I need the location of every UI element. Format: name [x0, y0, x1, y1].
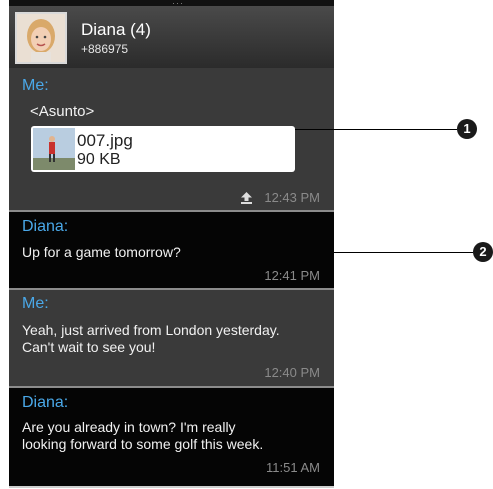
contact-photo	[17, 14, 65, 62]
message-sender: Diana:	[22, 394, 69, 411]
message-sender: Me:	[22, 295, 49, 312]
attachment-file-size: 90 KB	[77, 151, 121, 168]
avatar[interactable]	[15, 12, 67, 64]
attachment-thumbnail	[33, 128, 75, 170]
message-body-line: Can't wait to see you!	[22, 339, 156, 355]
message-item-sent[interactable]: Me: Yeah, just arrived from London yeste…	[9, 290, 334, 386]
message-time: 12:40 PM	[264, 365, 320, 380]
message-sender: Diana:	[22, 218, 69, 235]
contact-number: +886975	[81, 42, 129, 56]
contact-name: Diana (4)	[81, 20, 151, 39]
message-body-line: looking forward to some golf this week.	[22, 436, 264, 452]
message-item-received[interactable]: Diana: Are you already in town? I'm real…	[9, 388, 334, 486]
callout-line-1	[295, 129, 457, 130]
message-sender: Me:	[22, 77, 49, 94]
callout-marker-1: 1	[457, 119, 477, 139]
upload-icon	[241, 191, 252, 209]
message-time: 12:41 PM	[264, 268, 320, 283]
message-body-line: Yeah, just arrived from London yesterday…	[22, 322, 280, 338]
message-body-line: Up for a game tomorrow?	[22, 244, 181, 260]
message-item-received[interactable]: Diana: Up for a game tomorrow? 12:41 PM	[9, 212, 334, 288]
message-time: 11:51 AM	[266, 460, 320, 475]
callout-marker-2: 2	[473, 242, 493, 262]
thread-header: Diana (4) +886975	[9, 6, 334, 68]
attachment-card[interactable]: 007.jpg 90 KB	[31, 126, 295, 172]
message-thread-screen: ··· Diana (4) +886975 Me: <Asunto> 12:43…	[9, 0, 334, 488]
message-body-line: Are you already in town? I'm really	[22, 419, 236, 435]
callout-line-2	[334, 252, 473, 253]
message-subject: <Asunto>	[30, 103, 95, 120]
attachment-file-name: 007.jpg	[77, 131, 133, 150]
message-time: 12:43 PM	[264, 190, 320, 205]
